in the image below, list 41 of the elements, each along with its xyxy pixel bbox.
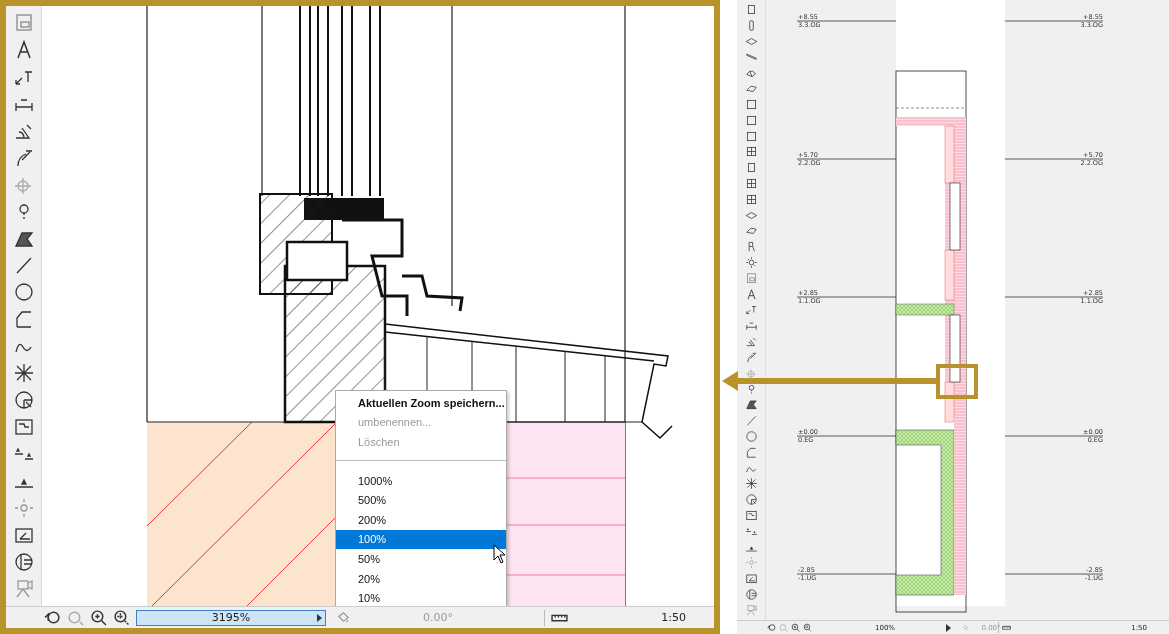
circle-grid-icon[interactable]: [12, 550, 35, 573]
zoom-preset-item[interactable]: 1000%: [336, 470, 506, 491]
window-icon[interactable]: [744, 145, 758, 159]
ruler-icon[interactable]: [1002, 623, 1011, 632]
menu-item[interactable]: Aktuellen Zoom speichern...: [336, 393, 506, 413]
zoom-preset-item[interactable]: 200%: [336, 509, 506, 530]
rotate-view-icon: [962, 624, 969, 631]
detail-highlight-frame: [936, 364, 978, 399]
fit-view-icon[interactable]: [113, 609, 130, 626]
detail-icon[interactable]: [744, 509, 758, 522]
hotspot-icon[interactable]: [12, 362, 35, 385]
polyline-icon[interactable]: [744, 445, 758, 459]
zoom-field[interactable]: 3195%: [136, 609, 326, 626]
window-icon[interactable]: [744, 192, 758, 206]
circle-icon[interactable]: [12, 281, 35, 304]
fit-view-icon[interactable]: [803, 623, 812, 632]
zoom-preset-item[interactable]: 50%: [336, 549, 506, 569]
worksheet-icon[interactable]: [744, 572, 758, 586]
rotate-view-icon: [336, 610, 351, 625]
figure-icon[interactable]: [12, 389, 35, 412]
zoom-preset-item[interactable]: 500%: [336, 490, 506, 510]
dimension-icon[interactable]: [744, 319, 758, 333]
zoom-preset-item[interactable]: 10%: [336, 588, 506, 606]
label-icon[interactable]: [744, 303, 758, 317]
lamp-icon[interactable]: [744, 256, 758, 269]
window-icon[interactable]: [744, 176, 758, 190]
hotspot-icon[interactable]: [744, 477, 758, 491]
zoom-preset-item[interactable]: 100%: [336, 529, 506, 550]
hatch-icon[interactable]: [744, 398, 758, 412]
figure-icon[interactable]: [744, 493, 758, 507]
scale-value: 1:50: [661, 611, 686, 624]
dropdown-arrow-icon: [946, 623, 951, 632]
crosshair-icon[interactable]: [744, 366, 758, 380]
zoom-in-icon[interactable]: [791, 623, 800, 632]
zoom-preset-item[interactable]: 20%: [336, 568, 506, 589]
radial-icon[interactable]: [744, 350, 758, 364]
angle-icon[interactable]: [744, 335, 758, 349]
undo-zoom-icon[interactable]: [44, 609, 61, 626]
dropdown-arrow-icon: [317, 613, 322, 622]
undo-zoom-icon[interactable]: [767, 623, 776, 632]
zoom-in-icon[interactable]: [90, 609, 107, 626]
